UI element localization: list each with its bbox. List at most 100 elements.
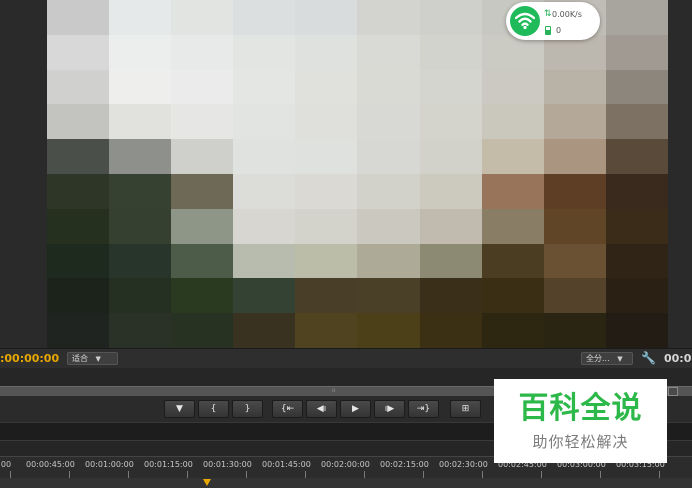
video-pixel-block — [543, 173, 606, 209]
zoom-level-dropdown[interactable]: 适合 ▼ — [67, 352, 118, 365]
up-down-arrows-icon: ⇅ — [544, 9, 552, 19]
video-pixel-block — [47, 243, 110, 279]
video-pixel-block — [295, 104, 358, 140]
play-button[interactable]: ▶ — [340, 400, 371, 418]
video-pixel-block — [357, 313, 420, 348]
video-pixel-block — [47, 0, 110, 35]
video-pixel-block — [481, 139, 544, 174]
ruler-tick — [541, 471, 542, 478]
video-pixel-block — [357, 173, 420, 209]
add-marker-button[interactable]: ▼ — [164, 400, 195, 418]
video-pixel-block — [481, 34, 544, 70]
mark-out-button[interactable]: } — [232, 400, 263, 418]
ruler-tick-label: 00:01:00:00 — [85, 460, 134, 469]
video-pixel-block — [47, 208, 110, 244]
ruler-tick-label: 00:01:45:00 — [262, 460, 311, 469]
video-pixel-block — [295, 208, 358, 244]
timeline-track[interactable] — [0, 478, 692, 488]
scrubber-center-marker: ıı — [332, 387, 336, 394]
video-pixel-block — [109, 0, 172, 35]
video-pixel-block — [171, 0, 234, 35]
video-pixel-block — [171, 69, 234, 105]
video-pixel-block — [109, 139, 172, 174]
ruler-tick — [364, 471, 365, 478]
video-pixel-block — [357, 278, 420, 314]
chevron-down-icon: ▼ — [95, 355, 101, 363]
video-pixel-block — [109, 173, 172, 209]
video-pixel-block — [543, 139, 606, 174]
video-pixel-block — [233, 243, 296, 279]
video-pixel-block — [357, 104, 420, 140]
video-pixel-block — [295, 278, 358, 314]
video-pixel-block — [419, 243, 482, 279]
video-pixel-block — [543, 243, 606, 279]
network-speed-widget[interactable]: ⇅ 0.00K/s 0 — [506, 2, 600, 40]
go-to-out-button[interactable]: ⇥} — [408, 400, 439, 418]
video-pixel-block — [109, 243, 172, 279]
video-pixel-block — [419, 104, 482, 140]
video-pixel-block — [171, 243, 234, 279]
video-pixel-block — [295, 173, 358, 209]
video-pixel-block — [109, 278, 172, 314]
video-pixel-block — [171, 173, 234, 209]
ruler-tick — [10, 471, 11, 478]
scrubber-end-handle[interactable] — [668, 387, 678, 396]
playhead-timecode[interactable]: :00:00:00 — [0, 352, 59, 365]
video-pixel-block — [419, 173, 482, 209]
video-pixel-block — [605, 104, 668, 140]
mark-in-button[interactable]: { — [198, 400, 229, 418]
step-back-button[interactable]: ◀ı — [306, 400, 337, 418]
video-pixel-block — [481, 243, 544, 279]
ruler-tick — [246, 471, 247, 478]
video-pixel-block — [481, 278, 544, 314]
video-pixel-block — [419, 69, 482, 105]
video-pixel-block — [233, 173, 296, 209]
ruler-tick — [128, 471, 129, 478]
ruler-tick-label: 00:01:30:00 — [203, 460, 252, 469]
video-pixel-block — [605, 69, 668, 105]
video-pixel-block — [605, 0, 668, 35]
video-pixel-block — [47, 278, 110, 314]
video-pixel-block — [109, 104, 172, 140]
video-pixel-block — [295, 243, 358, 279]
video-frame-mosaic — [47, 0, 668, 348]
video-pixel-block — [543, 313, 606, 348]
video-pixel-block — [233, 139, 296, 174]
video-pixel-block — [233, 34, 296, 70]
insert-button[interactable]: ⊞ — [450, 400, 481, 418]
video-pixel-block — [295, 0, 358, 35]
video-pixel-block — [543, 278, 606, 314]
video-pixel-block — [481, 104, 544, 140]
video-pixel-block — [543, 34, 606, 70]
playback-resolution-dropdown[interactable]: 全分... ▼ — [581, 352, 633, 365]
video-pixel-block — [357, 69, 420, 105]
video-pixel-block — [295, 139, 358, 174]
video-pixel-block — [481, 69, 544, 105]
ruler-tick — [482, 471, 483, 478]
monitor-control-bar: :00:00:00 适合 ▼ 全分... ▼ 🔧 00:01 — [0, 348, 692, 368]
step-forward-button[interactable]: ı▶ — [374, 400, 405, 418]
video-pixel-block — [543, 69, 606, 105]
video-pixel-block — [233, 278, 296, 314]
wrench-icon[interactable]: 🔧 — [641, 351, 656, 365]
video-pixel-block — [605, 208, 668, 244]
video-pixel-block — [109, 313, 172, 348]
ruler-tick — [187, 471, 188, 478]
video-pixel-block — [357, 0, 420, 35]
video-pixel-block — [605, 173, 668, 209]
ruler-tick-label: 00:00:45:00 — [26, 460, 75, 469]
ruler-tick — [600, 471, 601, 478]
wifi-badge — [510, 6, 540, 36]
duration-timecode: 00:01 — [664, 352, 692, 365]
playhead-indicator[interactable] — [203, 479, 211, 486]
watermark-title: 百科全说 — [518, 391, 643, 426]
program-monitor: ⇅ 0.00K/s 0 — [0, 0, 692, 348]
go-to-in-button[interactable]: {⇤ — [272, 400, 303, 418]
video-pixel-block — [357, 34, 420, 70]
ruler-tick — [659, 471, 660, 478]
video-pixel-block — [233, 69, 296, 105]
video-pixel-block — [419, 208, 482, 244]
ruler-tick — [305, 471, 306, 478]
video-pixel-block — [605, 243, 668, 279]
wifi-icon — [515, 12, 535, 30]
